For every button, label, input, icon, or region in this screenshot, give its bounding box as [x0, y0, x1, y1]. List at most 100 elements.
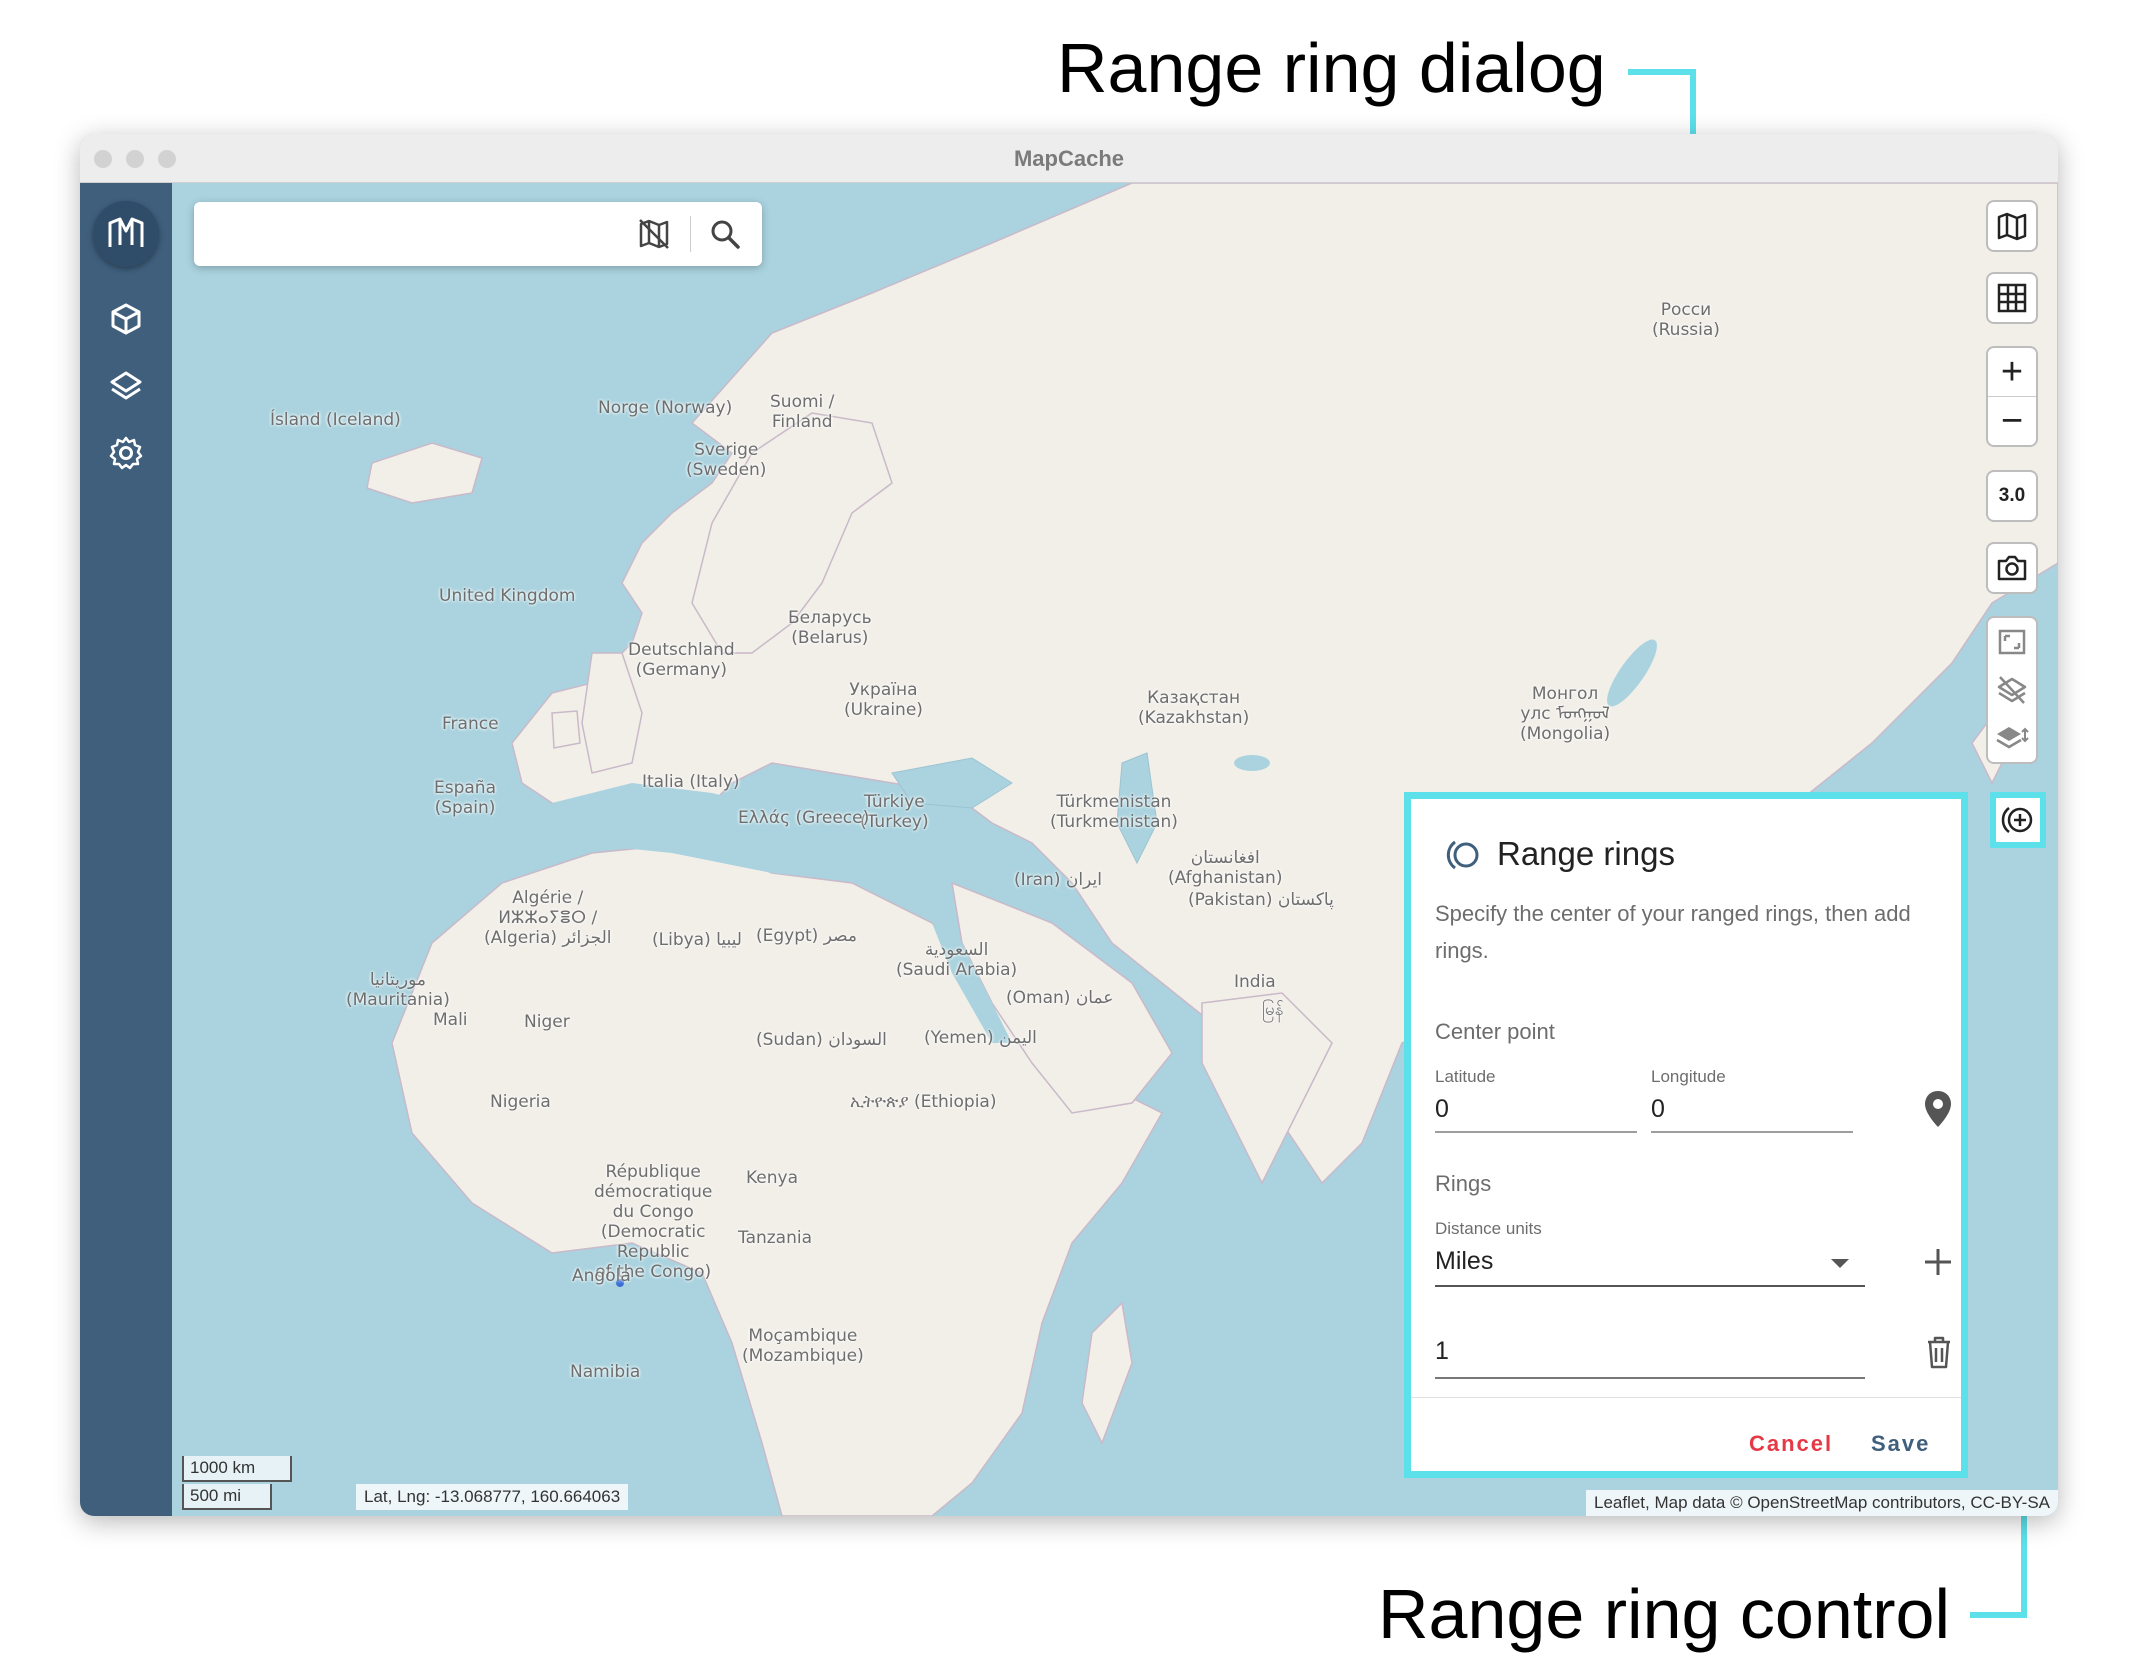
map-label: Angola: [572, 1266, 631, 1286]
map-label: Ísland (Iceland): [270, 410, 401, 430]
geopackage-icon[interactable]: [108, 301, 144, 337]
range-rings-dialog: Range rings Specify the center of your r…: [1404, 792, 1968, 1478]
ring-distance-input[interactable]: 1: [1435, 1337, 1449, 1366]
range-ring-control[interactable]: [1990, 792, 2046, 848]
map-label: افغانستان (Afghanistan): [1168, 848, 1283, 888]
map-label: Sverige (Sweden): [686, 440, 767, 480]
zoom-in-button[interactable]: +: [1988, 348, 2036, 397]
grid-control[interactable]: [1986, 272, 2038, 324]
camera-icon: [1997, 555, 2027, 581]
dialog-description: Specify the center of your ranged rings,…: [1435, 901, 1911, 963]
map-icon: [1997, 212, 2027, 241]
map-label: India: [1234, 972, 1276, 992]
attribution[interactable]: Leaflet, Map data © OpenStreetMap contri…: [1585, 1490, 2058, 1516]
hide-layers-button[interactable]: [1988, 666, 2036, 714]
zoom-level-indicator: 3.0: [1986, 470, 2038, 522]
fit-bounds-icon: [1998, 629, 2026, 655]
rings-heading: Rings: [1435, 1171, 1492, 1196]
map-label: Kenya: [746, 1168, 799, 1188]
map-label: (Yemen) اليمن: [924, 1028, 1037, 1048]
scale-mi: 500 mi: [182, 1484, 272, 1510]
range-rings-icon: [1443, 835, 1483, 880]
longitude-label: Longitude: [1651, 1067, 1726, 1086]
map-label: السعودية (Saudi Arabia): [896, 940, 1018, 980]
callout-line-control-h: [1970, 1612, 2027, 1618]
zoom-control: + −: [1986, 346, 2038, 447]
map-label: (Iran) ایران: [1014, 870, 1102, 890]
map-label: Deutschland (Germany): [628, 640, 735, 680]
latitude-label: Latitude: [1435, 1067, 1496, 1086]
map-label: España (Spain): [434, 778, 496, 818]
dialog-title: Range rings: [1497, 835, 1675, 872]
window-title: MapCache: [1013, 146, 1125, 171]
latitude-underline: [1435, 1131, 1637, 1133]
map-label: (Pakistan) پاکستان: [1188, 890, 1334, 910]
location-pin-icon[interactable]: [1923, 1089, 1953, 1134]
chevron-down-icon: [1831, 1259, 1849, 1268]
search-icon[interactable]: [707, 216, 743, 257]
map-label: (Oman) عمان: [1006, 988, 1114, 1008]
map-label: Монгол улс ᠮᠣᠩᠭᠣᠯ (Mongolia): [1520, 684, 1611, 744]
map-label: (Egypt) مصر: [756, 926, 857, 946]
distance-units-select[interactable]: Miles: [1435, 1243, 1865, 1287]
add-ring-icon[interactable]: [1921, 1245, 1955, 1284]
scale-km: 1000 km: [182, 1456, 292, 1482]
dialog-divider: [1411, 1397, 1961, 1398]
cancel-button[interactable]: Cancel: [1749, 1431, 1833, 1457]
longitude-input[interactable]: 0: [1651, 1095, 1665, 1124]
callout-line-dialog-h: [1628, 69, 1696, 75]
search-bar: [194, 202, 762, 266]
map-label: Türkiye (Turkey): [860, 792, 929, 832]
layers-off-icon: [1997, 676, 2027, 704]
fit-bounds-button[interactable]: [1988, 618, 2036, 666]
map-label: Nigeria: [490, 1092, 551, 1112]
layer-order-button[interactable]: [1988, 714, 2036, 762]
sidebar: [80, 183, 172, 1516]
delete-ring-icon[interactable]: [1923, 1333, 1955, 1376]
map-label: Росси (Russia): [1652, 300, 1720, 340]
map-label: ኢትዮጵያ (Ethiopia): [850, 1092, 997, 1112]
layer-order-icon: [1996, 727, 2029, 749]
map-label: Italia (Italy): [642, 772, 740, 792]
map-label: République démocratique du Congo (Democr…: [594, 1162, 713, 1282]
center-point-heading: Center point: [1435, 1019, 1555, 1044]
range-ring-dialog-callout: Range ring dialog: [1057, 29, 1606, 107]
map-label: Namibia: [570, 1362, 641, 1382]
map-label: မြန်: [1262, 1000, 1284, 1020]
map-label: Suomi / Finland: [770, 392, 835, 432]
save-button[interactable]: Save: [1871, 1431, 1930, 1457]
map-tools-control: [1986, 616, 2038, 764]
distance-units-label: Distance units: [1435, 1219, 1542, 1238]
ring-distance-underline: [1435, 1377, 1865, 1379]
app-logo[interactable]: [93, 201, 159, 267]
layers-icon[interactable]: [108, 368, 144, 404]
map-label: Mali: [433, 1010, 468, 1030]
range-ring-add-icon: [2001, 807, 2033, 833]
settings-icon[interactable]: [108, 435, 144, 471]
map-label: Україна (Ukraine): [844, 680, 923, 720]
map-label: Tanzania: [738, 1228, 813, 1248]
map-label: Казақстан (Kazakhstan): [1138, 688, 1250, 728]
screenshot-control[interactable]: [1986, 542, 2038, 594]
map-label: France: [442, 714, 499, 734]
map-label: Moçambique (Mozambique): [742, 1326, 864, 1366]
map-off-icon[interactable]: [636, 216, 672, 257]
map-label: (Sudan) السودان: [756, 1030, 887, 1050]
latitude-input[interactable]: 0: [1435, 1095, 1449, 1124]
divider: [690, 216, 691, 252]
map-label: (Libya) ليبيا: [652, 930, 742, 950]
map-label: موريتانيا (Mauritania): [346, 970, 450, 1010]
grid-icon: [1997, 283, 2027, 313]
basemap-control[interactable]: [1986, 200, 2038, 252]
distance-units-value: Miles: [1435, 1247, 1494, 1275]
zoom-out-button[interactable]: −: [1988, 397, 2036, 445]
mapcache-logo-icon: [108, 217, 144, 247]
longitude-underline: [1651, 1131, 1853, 1133]
map-label: Norge (Norway): [598, 398, 733, 418]
search-input[interactable]: [208, 212, 632, 256]
coordinate-readout: Lat, Lng: -13.068777, 160.664063: [356, 1484, 629, 1510]
range-ring-control-callout: Range ring control: [1378, 1575, 1950, 1653]
title-bar: MapCache: [80, 134, 2058, 183]
map-label: Türkmenistan (Turkmenistan): [1050, 792, 1178, 832]
map-label: United Kingdom: [439, 586, 576, 606]
